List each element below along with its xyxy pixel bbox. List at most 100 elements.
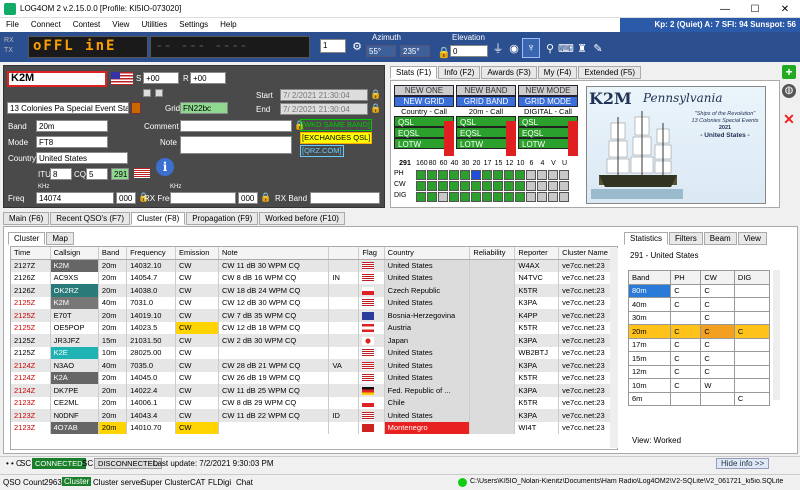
side-row[interactable]: 15m C C	[627, 351, 771, 366]
cluster-row[interactable]: 2127Z K2M 20m 14032.10 CW CW 11 dB 30 WPM CQ U…	[11, 259, 617, 272]
status-fldigi[interactable]: FLDigi	[208, 478, 231, 487]
cluster-col-header[interactable]: Reporter	[514, 247, 560, 260]
side-row[interactable]: 80m C C	[627, 283, 771, 298]
operator-name[interactable]: 13 Colonies Pa Special Event Station	[7, 102, 129, 114]
r-report-select[interactable]: +00	[190, 72, 226, 84]
cluster-row[interactable]: 2125Z E70T 20m 14019.10 CW CW 7 dB 35 WPM CQ B…	[11, 309, 617, 322]
note-input[interactable]	[180, 136, 292, 154]
tab-cluster[interactable]: Cluster (F8)	[131, 212, 186, 225]
cluster-row[interactable]: 2123Z 4O7AB 20m 14010.70 CW Montenegro WI4T ve7…	[11, 421, 617, 434]
tab-extended[interactable]: Extended (F5)	[578, 66, 642, 79]
cluster-row[interactable]: 2124Z DK7PE 20m 14022.4 CW CW 11 dB 25 WPM CQ…	[11, 384, 617, 397]
keyboard-icon[interactable]: ⌨	[558, 40, 574, 56]
cluster-row[interactable]: 2125Z JR3JFZ 15m 21031.50 CW CW 2 dB 30 WPM C…	[11, 334, 617, 347]
end-time[interactable]: 7/ 2/2021 21:30:04	[280, 103, 368, 115]
rotator-icon[interactable]: ♆	[522, 38, 540, 58]
status-super-cluster[interactable]: Super Cluster	[141, 478, 190, 487]
cluster-col-header[interactable]: Frequency	[126, 247, 176, 260]
side-row[interactable]: 20m C C C	[627, 324, 771, 339]
cluster-col-header[interactable]: Callsign	[50, 247, 99, 260]
status-cluster[interactable]: Cluster	[62, 477, 92, 486]
castle-icon[interactable]: ♜	[574, 40, 590, 56]
grid-input[interactable]: FN22bc	[180, 102, 228, 114]
pen-icon[interactable]: ✎	[590, 40, 606, 56]
rxfreq-lock-icon[interactable]: 🔒	[260, 192, 271, 203]
tab-cluster-list[interactable]: Cluster	[8, 232, 46, 245]
cluster-col-header[interactable]: Time	[11, 247, 51, 260]
add-icon[interactable]: +	[782, 65, 796, 79]
close-icon[interactable]: ✕	[770, 0, 800, 18]
side-row[interactable]: 6m C	[627, 391, 771, 406]
side-row[interactable]: 12m C C	[627, 364, 771, 379]
world-icon[interactable]: ◍	[782, 84, 796, 98]
tab-propagation[interactable]: Propagation (F9)	[186, 212, 259, 225]
menu-contest[interactable]: Contest	[67, 18, 107, 31]
tab-my[interactable]: My (F4)	[537, 66, 578, 79]
itu-select[interactable]: 8	[50, 168, 72, 180]
rxfreq-hz-input[interactable]: 000	[238, 192, 258, 204]
tab-worked-before[interactable]: Worked before (F10)	[259, 212, 345, 225]
tab-statistics[interactable]: Statistics	[624, 232, 669, 245]
start-lock-icon[interactable]: 🔒	[370, 89, 381, 100]
side-row[interactable]: 40m C C	[627, 297, 771, 312]
link-wkd-same-band[interactable]: [WKD SAME BAND]	[300, 119, 373, 131]
status-cluster-server[interactable]: Cluster server	[93, 478, 143, 487]
tab-info[interactable]: Info (F2)	[438, 66, 481, 79]
cluster-row[interactable]: 2123Z N0DNF 20m 14043.4 CW CW 11 dB 22 WPM CQ…	[11, 409, 617, 422]
cluster-col-header[interactable]: Flag	[358, 247, 385, 260]
view-value[interactable]: Worked	[654, 436, 681, 445]
s-report-select[interactable]: +00	[143, 72, 179, 84]
band-select[interactable]: 20m	[36, 120, 108, 132]
name-lookup-icon[interactable]	[131, 102, 141, 114]
checkbox-a[interactable]	[143, 89, 151, 97]
minimize-icon[interactable]: —	[710, 0, 740, 18]
callsign-input[interactable]: K2M	[7, 71, 107, 87]
antenna-icon[interactable]: ⏚	[490, 40, 506, 56]
cluster-col-header[interactable]: Band	[98, 247, 128, 260]
menu-connect[interactable]: Connect	[25, 18, 67, 31]
rxfreq-input[interactable]	[170, 192, 236, 204]
menu-settings[interactable]: Settings	[173, 18, 214, 31]
link-exchanges-qsl[interactable]: [EXCHANGES QSL]	[300, 132, 373, 144]
menu-help[interactable]: Help	[214, 18, 242, 31]
maximize-icon[interactable]: ☐	[740, 0, 770, 18]
tab-stats[interactable]: Stats (F1)	[390, 66, 438, 79]
comment-input[interactable]	[180, 120, 292, 132]
menu-file[interactable]: File	[0, 18, 25, 31]
tab-beam[interactable]: Beam	[703, 232, 737, 245]
cluster-col-header[interactable]	[328, 247, 360, 260]
side-scrollbar[interactable]	[773, 270, 780, 400]
radio-tower-icon[interactable]: ⚲	[542, 40, 558, 56]
cq-select[interactable]: 5	[86, 168, 108, 180]
link-qrz[interactable]: [QRZ.COM]	[300, 145, 344, 157]
freq-input[interactable]: 14074	[36, 192, 114, 204]
cluster-col-header[interactable]: Country	[384, 247, 471, 260]
cluster-col-header[interactable]: Note	[218, 247, 330, 260]
info-icon[interactable]: i	[156, 158, 174, 176]
rxband-select[interactable]	[310, 192, 380, 204]
tab-awards[interactable]: Awards (F3)	[481, 66, 537, 79]
side-row[interactable]: 17m C C	[627, 337, 771, 352]
mode-select[interactable]: FT8	[36, 136, 108, 148]
hide-info-button[interactable]: Hide info >>	[716, 458, 770, 469]
cluster-row[interactable]: 2125Z K2M 40m 7031.0 CW CW 12 dB 30 WPM CQ Uni…	[11, 296, 617, 309]
tab-main[interactable]: Main (F6)	[3, 212, 50, 225]
cluster-row[interactable]: 2125Z OE5POP 20m 14023.5 CW CW 12 dB 18 WPM C…	[11, 321, 617, 334]
globe-icon[interactable]: ◉	[506, 40, 522, 56]
freq-hz-input[interactable]: 000	[116, 192, 136, 204]
tab-map[interactable]: Map	[46, 232, 74, 245]
cluster-scrollbar[interactable]	[610, 248, 618, 448]
tab-recent-qsos[interactable]: Recent QSO's (F7)	[50, 212, 130, 225]
cluster-row[interactable]: 2123Z CE2ML 20m 14006.1 CW CW 8 dB 29 WPM CQ C…	[11, 396, 617, 409]
cluster-row[interactable]: 2126Z AC9XS 20m 14054.7 CW CW 8 dB 16 WPM CQ I…	[11, 271, 617, 284]
delete-icon[interactable]: ✕	[782, 112, 796, 126]
cluster-col-header[interactable]: Reliability	[469, 247, 516, 260]
end-lock-icon[interactable]: 🔒	[370, 103, 381, 114]
country-select[interactable]: United States	[36, 152, 128, 164]
vfo-spinner[interactable]: 1	[320, 39, 346, 53]
elevation-input[interactable]: 0	[450, 45, 488, 57]
side-row[interactable]: 30m C	[627, 310, 771, 325]
cluster-row[interactable]: 2126Z OK2RZ 20m 14038.0 CW CW 18 dB 24 WPM CQ…	[11, 284, 617, 297]
status-cat[interactable]: CAT	[190, 478, 205, 487]
side-row[interactable]: 10m C W	[627, 378, 771, 393]
